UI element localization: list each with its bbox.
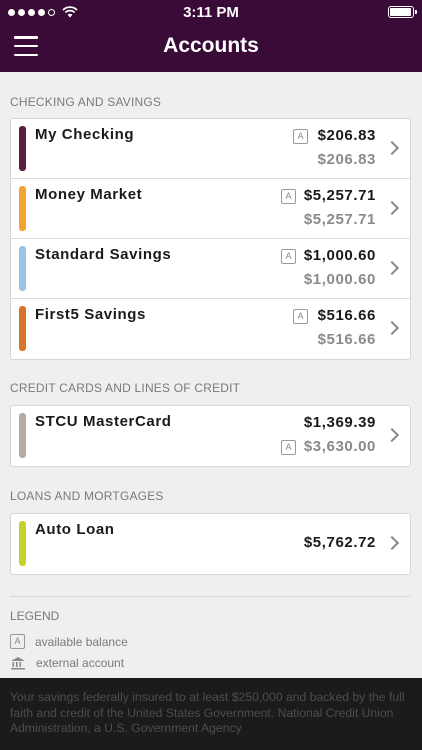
account-name: Money Market <box>35 186 143 203</box>
account-balance: $5,257.71 <box>303 187 376 204</box>
chevron-right-icon <box>384 260 400 276</box>
account-balance: $516.66 <box>317 307 376 324</box>
account-color-bar <box>19 521 26 566</box>
legend-item-available: A available balance <box>10 634 128 649</box>
chevron-right-icon <box>384 200 400 216</box>
account-color-bar <box>19 126 26 171</box>
account-available-balance: $516.66 <box>317 331 376 348</box>
account-name: Auto Loan <box>35 521 115 538</box>
account-balance: $1,369.39 <box>303 414 376 431</box>
loans-card: Auto Loan $5,762.72 <box>10 513 411 575</box>
account-available-balance: $5,257.71 <box>303 211 376 228</box>
status-time: 3:11 PM <box>183 4 239 21</box>
account-row[interactable]: STCU MasterCard $1,369.39 A $3,630.00 <box>11 406 410 466</box>
account-balance: $206.83 <box>317 127 376 144</box>
account-color-bar <box>19 413 26 458</box>
divider <box>10 596 411 597</box>
account-name: Standard Savings <box>35 246 172 263</box>
chevron-right-icon <box>384 140 400 156</box>
insurance-footer: Your savings federally insured to at lea… <box>0 678 422 750</box>
account-color-bar <box>19 186 26 231</box>
chevron-right-icon <box>384 427 400 443</box>
credit-card: STCU MasterCard $1,369.39 A $3,630.00 <box>10 405 411 467</box>
available-balance-icon: A <box>281 189 296 204</box>
available-balance-icon: A <box>281 249 296 264</box>
legend-item-external: external account <box>10 656 124 670</box>
status-bar: 3:11 PM <box>0 0 422 24</box>
page-title: Accounts <box>163 34 259 57</box>
account-name: First5 Savings <box>35 306 146 323</box>
available-balance-icon: A <box>281 440 296 455</box>
available-balance-icon: A <box>293 309 308 324</box>
section-header-credit: CREDIT CARDS AND LINES OF CREDIT <box>10 381 241 395</box>
account-name: STCU MasterCard <box>35 413 172 430</box>
account-row[interactable]: Standard Savings A $1,000.60 $1,000.60 <box>11 239 410 299</box>
legend-title: LEGEND <box>10 609 60 623</box>
insurance-disclaimer: Your savings federally insured to at lea… <box>10 690 405 735</box>
account-row[interactable]: Money Market A $5,257.71 $5,257.71 <box>11 179 410 239</box>
available-balance-icon: A <box>293 129 308 144</box>
checking-card: My Checking A $206.83 $206.83 Money Mark… <box>10 118 411 360</box>
legend-external-label: external account <box>36 656 125 670</box>
chevron-right-icon <box>384 535 400 551</box>
account-color-bar <box>19 246 26 291</box>
account-balance: $5,762.72 <box>303 534 376 551</box>
account-color-bar <box>19 306 26 351</box>
legend-available-label: available balance <box>35 634 128 649</box>
account-available-balance: $206.83 <box>317 151 376 168</box>
account-balance: $1,000.60 <box>303 247 376 264</box>
account-row[interactable]: Auto Loan $5,762.72 <box>11 514 410 574</box>
section-header-checking: CHECKING AND SAVINGS <box>10 95 162 109</box>
nav-bar: Accounts <box>0 24 422 72</box>
available-balance-icon: A <box>10 634 25 649</box>
account-name: My Checking <box>35 126 135 143</box>
external-bank-icon <box>11 657 25 670</box>
chevron-right-icon <box>384 320 400 336</box>
section-header-loans: LOANS AND MORTGAGES <box>10 489 164 503</box>
battery-fill <box>390 8 411 16</box>
account-available-balance: $1,000.60 <box>303 271 376 288</box>
account-available-balance: $3,630.00 <box>303 438 376 455</box>
account-row[interactable]: First5 Savings A $516.66 $516.66 <box>11 299 410 359</box>
battery-icon <box>388 6 417 18</box>
account-row[interactable]: My Checking A $206.83 $206.83 <box>11 119 410 179</box>
